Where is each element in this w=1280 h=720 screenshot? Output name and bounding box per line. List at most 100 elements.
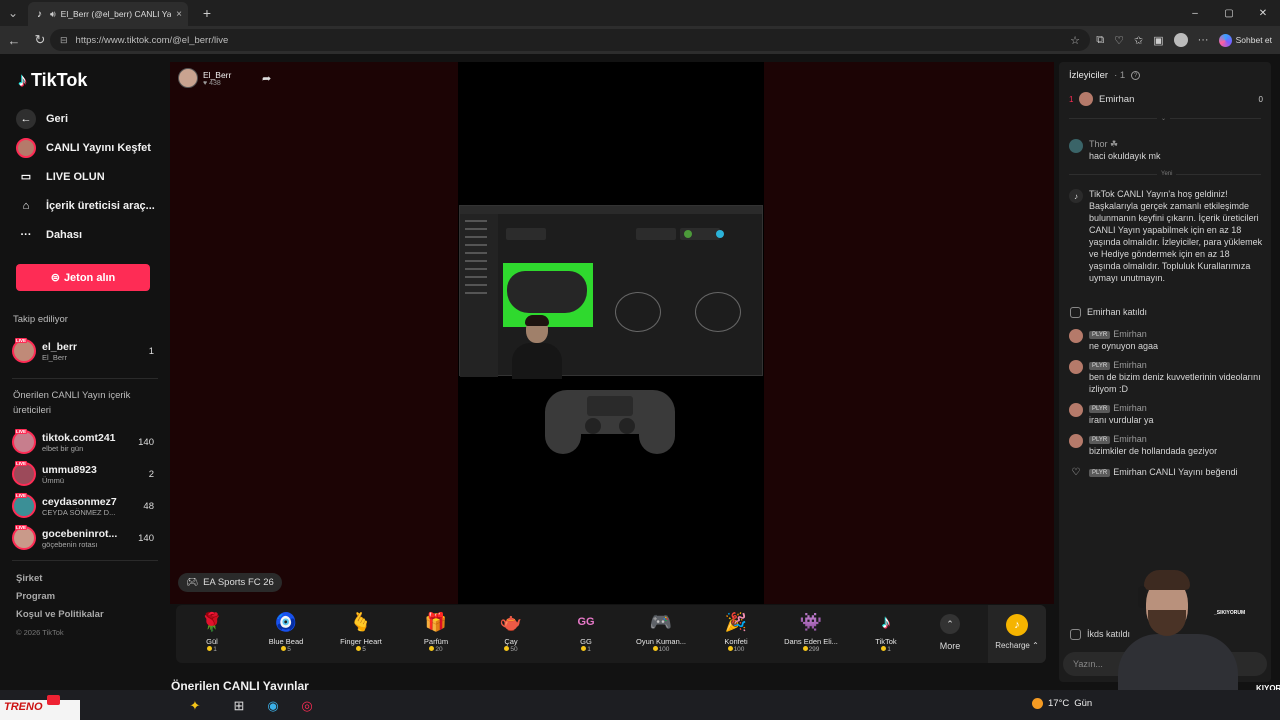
footer-link-company[interactable]: Şirket bbox=[16, 570, 104, 588]
gift-item[interactable]: ♪ TikTok 1 bbox=[850, 605, 922, 663]
chat-username[interactable]: Emirhan bbox=[1113, 403, 1147, 413]
coin-icon: ⊜ bbox=[50, 272, 60, 284]
copilot-button[interactable]: Sohbet et bbox=[1218, 33, 1272, 47]
site-info-icon[interactable]: ⊟ bbox=[60, 35, 68, 46]
get-coins-button[interactable]: ⊜ Jeton alın bbox=[16, 264, 150, 291]
collections-icon[interactable]: ▣ bbox=[1153, 34, 1163, 47]
favorite-star-icon[interactable]: ☆ bbox=[1070, 34, 1080, 47]
refresh-icon[interactable]: ↻ bbox=[28, 28, 52, 52]
help-icon[interactable]: ? bbox=[1131, 71, 1141, 80]
viewer-count: 1 bbox=[148, 345, 154, 357]
viewer-name: Emirhan bbox=[1099, 93, 1135, 105]
audio-playing-icon[interactable]: 🔊︎ bbox=[50, 9, 56, 20]
maximize-button[interactable]: ▢ bbox=[1212, 0, 1246, 26]
avatar: LIVE bbox=[12, 493, 36, 518]
join-icon bbox=[1070, 307, 1081, 318]
avatar bbox=[1079, 92, 1093, 106]
live-badge: LIVE bbox=[15, 429, 28, 434]
favorites-icon[interactable]: ✩ bbox=[1134, 34, 1143, 47]
tiktok-live-page: ♪ TikTok ← Geri CANLI Yayını Keşfet ▭ LI… bbox=[0, 54, 1280, 690]
edge-browser-icon[interactable]: ◉ bbox=[262, 695, 284, 717]
creator-name: gocebeninrot... bbox=[42, 527, 118, 540]
tab-close-icon[interactable]: × bbox=[176, 9, 182, 20]
gift-item[interactable]: GG GG 1 bbox=[550, 605, 622, 663]
sparkle-icon[interactable]: ✦ bbox=[184, 695, 206, 717]
collapse-icon[interactable]: ⌄ bbox=[1157, 115, 1171, 122]
gift-name: Finger Heart bbox=[340, 637, 382, 646]
tab-actions-menu-icon[interactable]: ⌄ bbox=[0, 0, 26, 26]
share-icon[interactable]: ➦ bbox=[262, 72, 271, 85]
player-badge: PLYR bbox=[1089, 469, 1111, 477]
host-likes: ♥ 438 bbox=[203, 79, 221, 87]
get-coins-label: Jeton alın bbox=[63, 271, 116, 284]
task-view-icon[interactable]: ⊞ bbox=[228, 695, 250, 717]
streamed-titlebar bbox=[460, 206, 762, 214]
viewer-count: 140 bbox=[138, 436, 154, 448]
avatar: LIVE bbox=[12, 461, 36, 486]
new-tab-button[interactable]: + bbox=[196, 2, 218, 24]
minimize-button[interactable]: – bbox=[1178, 0, 1212, 26]
tiktok-icon: ♪ bbox=[1069, 189, 1083, 203]
sidebar-item-label: İçerik üreticisi araç... bbox=[46, 199, 155, 212]
footer-link-terms[interactable]: Koşul ve Politikalar bbox=[16, 606, 104, 624]
recharge-button[interactable]: ♪ Recharge ⌃ bbox=[988, 605, 1046, 663]
profile-avatar-icon[interactable] bbox=[1173, 33, 1188, 47]
address-bar[interactable]: ⊟ https://www.tiktok.com/@el_berr/live ☆ bbox=[50, 29, 1090, 51]
top-viewer-row[interactable]: 1 Emirhan 0 bbox=[1069, 90, 1263, 108]
headphones-icon bbox=[1138, 586, 1146, 608]
gift-item[interactable]: 🫰 Finger Heart 5 bbox=[325, 605, 397, 663]
dancing-alien-gift-icon: 👾 bbox=[799, 611, 823, 632]
sidebar-item-more[interactable]: ··· Dahası bbox=[16, 220, 161, 249]
chat-username[interactable]: Thor ☘ bbox=[1089, 138, 1161, 150]
back-icon[interactable]: ← bbox=[2, 28, 26, 52]
browser-tab-active[interactable]: ♪ 🔊︎ El_Berr (@el_berr) CANLI Yayın × bbox=[28, 2, 188, 26]
live-video-player[interactable]: El_Berr ♥ 438 ➦ 🎮︎ EA Sports FC 26 bbox=[170, 62, 1054, 604]
chat-message: PLYR Emirhan ben de bizim deniz kuvvetler… bbox=[1069, 359, 1263, 395]
recommended-creator-item[interactable]: LIVE ummu8923 Ümmü 2 bbox=[12, 459, 154, 489]
gift-item[interactable]: 🫖 Çay 50 bbox=[475, 605, 547, 663]
join-message: Emirhan katıldı bbox=[1069, 306, 1263, 318]
weather-widget[interactable]: 17°C Gün bbox=[1032, 698, 1092, 709]
viewers-header[interactable]: İzleyiciler · 1 ? bbox=[1069, 70, 1141, 81]
recommended-creator-item[interactable]: LIVE gocebeninrot... göçebenin rotası 14… bbox=[12, 523, 154, 553]
recommended-creator-item[interactable]: LIVE tiktok.comt241 elbet bir gün 140 bbox=[12, 427, 154, 457]
recommended-creator-item[interactable]: LIVE ceydasonmez7 CEYDA SÖNMEZ D... 48 bbox=[12, 491, 154, 521]
chat-username[interactable]: Emirhan bbox=[1113, 434, 1147, 444]
creator-name: tiktok.comt241 bbox=[42, 431, 116, 444]
live-avatar-icon bbox=[16, 137, 36, 158]
footer-link-program[interactable]: Program bbox=[16, 588, 104, 606]
extensions-icon[interactable]: ⧉ bbox=[1096, 34, 1104, 47]
following-item[interactable]: LIVE el_berr El_Berr 1 bbox=[12, 336, 154, 366]
controller-stick bbox=[585, 418, 601, 434]
sidebar-item-go-live[interactable]: ▭ LIVE OLUN bbox=[16, 162, 161, 191]
new-messages-label: Yeni bbox=[1157, 171, 1177, 177]
host-avatar[interactable] bbox=[178, 68, 198, 88]
gift-item[interactable]: 🧿 Blue Bead 5 bbox=[250, 605, 322, 663]
sidebar-item-back[interactable]: ← Geri bbox=[16, 104, 161, 133]
url-text[interactable]: https://www.tiktok.com/@el_berr/live bbox=[76, 35, 1063, 46]
gift-item[interactable]: 🌹 Gül 1 bbox=[176, 605, 248, 663]
game-tag[interactable]: 🎮︎ EA Sports FC 26 bbox=[178, 573, 282, 592]
following-item-text: el_berr El_Berr bbox=[42, 341, 149, 362]
sidebar-nav: ← Geri CANLI Yayını Keşfet ▭ LIVE OLUN ⌂… bbox=[16, 104, 161, 249]
tiktok-logo[interactable]: ♪ TikTok bbox=[18, 70, 87, 91]
stream-logo: TRENO bbox=[0, 695, 80, 720]
close-window-button[interactable]: ✕ bbox=[1246, 0, 1280, 26]
sidebar-item-creator-tools[interactable]: ⌂ İçerik üreticisi araç... bbox=[16, 191, 161, 220]
host-info[interactable]: El_Berr ♥ 438 bbox=[178, 68, 231, 88]
browser-essentials-icon[interactable]: ♡ bbox=[1114, 34, 1124, 47]
gift-name: Blue Bead bbox=[268, 637, 304, 646]
chat-username[interactable]: Emirhan bbox=[1113, 329, 1147, 339]
sidebar-item-explore-live[interactable]: CANLI Yayını Keşfet bbox=[16, 133, 161, 162]
game-tag-label: EA Sports FC 26 bbox=[203, 577, 274, 588]
settings-more-icon[interactable]: ··· bbox=[1198, 34, 1209, 46]
chat-username[interactable]: Emirhan bbox=[1113, 360, 1147, 370]
gift-item[interactable]: 🎁 Parfüm 20 bbox=[400, 605, 472, 663]
gift-item[interactable]: 🎮 Oyun Kuman... 100 bbox=[625, 605, 697, 663]
gift-item[interactable]: 👾 Dans Eden Eli... 299 bbox=[775, 605, 847, 663]
gift-item[interactable]: 🎉 Konfeti 100 bbox=[700, 605, 772, 663]
tiktok-app-icon[interactable]: ◎ bbox=[296, 695, 318, 717]
sidebar-item-label: Dahası bbox=[46, 228, 83, 241]
more-gifts-button[interactable]: ⌃ More bbox=[932, 605, 968, 663]
chat-message-body: PLYR Emirhan ben de bizim deniz kuvvetler… bbox=[1089, 359, 1263, 395]
